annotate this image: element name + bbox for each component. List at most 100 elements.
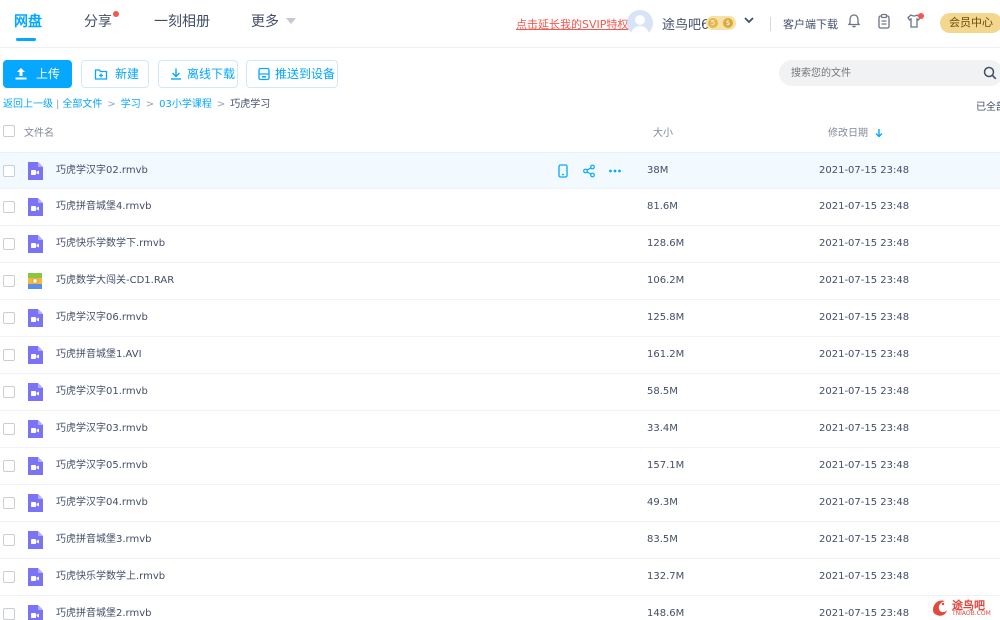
video-file-icon: [28, 457, 43, 475]
breadcrumb-all-files[interactable]: 全部文件: [62, 99, 102, 110]
breadcrumb-study[interactable]: 学习: [121, 99, 141, 110]
row-checkbox[interactable]: [3, 460, 15, 472]
watermark-subtext: TNIAOB.COM: [952, 610, 991, 617]
share-icon[interactable]: [582, 164, 596, 178]
new-button[interactable]: 新建: [81, 60, 149, 88]
top-bar: 网盘 分享 一刻相册 更多 点击延长我的SVIP特权 途鸟吧6 5 $ 客户端下…: [0, 0, 1000, 48]
column-header-size[interactable]: 大小: [653, 124, 673, 139]
vip-center-button[interactable]: 会员中心: [940, 13, 1000, 33]
avatar[interactable]: [627, 10, 653, 36]
file-name[interactable]: 巧虎快乐学数学上.rmvb: [56, 570, 165, 584]
new-label: 新建: [115, 67, 140, 81]
bell-icon[interactable]: [846, 13, 862, 29]
tab-more[interactable]: 更多: [251, 12, 279, 32]
download-icon: [171, 68, 181, 80]
column-header-modified-label: 修改日期: [828, 128, 868, 139]
file-name[interactable]: 巧虎快乐学数学下.rmvb: [56, 237, 165, 251]
breadcrumb-chevron-icon: >: [145, 99, 155, 110]
row-checkbox[interactable]: [3, 275, 15, 287]
file-name[interactable]: 巧虎拼音城堡2.rmvb: [56, 607, 151, 620]
file-name[interactable]: 巧虎学汉字05.rmvb: [56, 459, 148, 473]
row-checkbox[interactable]: [3, 423, 15, 435]
header-divider: [770, 17, 771, 31]
file-name[interactable]: 巧虎学汉字04.rmvb: [56, 496, 148, 510]
tab-netdisk[interactable]: 网盘: [14, 12, 42, 32]
breadcrumb-primary-courses[interactable]: 03小学课程: [159, 99, 212, 110]
file-modified-date: 2021-07-15 23:48: [819, 165, 910, 176]
search-input[interactable]: [779, 60, 1000, 86]
file-name[interactable]: 巧虎拼音城堡1.AVI: [56, 348, 142, 362]
row-checkbox[interactable]: [3, 386, 15, 398]
table-row[interactable]: 巧虎拼音城堡3.rmvb 83.5M 2021-07-15 23:48: [0, 522, 1000, 559]
row-checkbox[interactable]: [3, 571, 15, 583]
share-badge-dot: [113, 11, 119, 17]
table-row[interactable]: 巧虎拼音城堡1.AVI 161.2M 2021-07-15 23:48: [0, 337, 1000, 374]
breadcrumb-back-link[interactable]: 返回上一级: [3, 99, 53, 110]
breadcrumb-current: 巧虎学习: [230, 99, 271, 110]
clipboard-icon[interactable]: [876, 13, 892, 29]
phone-icon[interactable]: [556, 164, 570, 178]
upload-button[interactable]: 上传: [3, 60, 72, 88]
video-file-icon: [28, 420, 43, 438]
tab-share[interactable]: 分享: [84, 12, 112, 32]
offline-download-button[interactable]: 离线下载: [158, 60, 238, 88]
breadcrumb: 返回上一级 | 全部文件 > 学习 >03小学课程 > 巧虎学习: [3, 98, 270, 112]
file-modified-date: 2021-07-15 23:48: [819, 275, 910, 286]
search-icon[interactable]: [983, 66, 997, 80]
vip-level-badge: 5 $: [706, 16, 736, 30]
table-row[interactable]: 巧虎学汉字02.rmvb 38M 2021-07-15 23:48: [0, 152, 1000, 189]
row-checkbox[interactable]: [3, 312, 15, 324]
row-checkbox[interactable]: [3, 238, 15, 250]
more-icon[interactable]: [608, 164, 622, 178]
table-row[interactable]: 巧虎拼音城堡4.rmvb 81.6M 2021-07-15 23:48: [0, 189, 1000, 226]
file-size: 132.7M: [647, 571, 685, 582]
table-row[interactable]: 巧虎拼音城堡2.rmvb 148.6M 2021-07-15 23:48: [0, 596, 1000, 620]
row-checkbox[interactable]: [3, 201, 15, 213]
file-modified-date: 2021-07-15 23:48: [819, 201, 910, 212]
push-to-device-button[interactable]: 推送到设备: [246, 60, 338, 88]
table-row[interactable]: 巧虎学汉字06.rmvb 125.8M 2021-07-15 23:48: [0, 300, 1000, 337]
video-file-icon: [28, 235, 43, 253]
breadcrumb-divider: |: [56, 99, 60, 110]
table-row[interactable]: 巧虎学汉字04.rmvb 49.3M 2021-07-15 23:48: [0, 485, 1000, 522]
user-name[interactable]: 途鸟吧6: [662, 14, 709, 33]
row-checkbox[interactable]: [3, 534, 15, 546]
table-row[interactable]: 巧虎学汉字03.rmvb 33.4M 2021-07-15 23:48: [0, 411, 1000, 448]
row-checkbox[interactable]: [3, 497, 15, 509]
file-size: 49.3M: [647, 497, 678, 508]
file-size: 83.5M: [647, 534, 678, 545]
file-size: 33.4M: [647, 423, 678, 434]
more-chevron-down-icon[interactable]: [286, 18, 296, 24]
file-modified-date: 2021-07-15 23:48: [819, 423, 910, 434]
table-row[interactable]: 巧虎数学大闯关-CD1.RAR 106.2M 2021-07-15 23:48: [0, 263, 1000, 300]
file-size: 161.2M: [647, 349, 685, 360]
file-name[interactable]: 巧虎学汉字02.rmvb: [56, 164, 148, 178]
file-modified-date: 2021-07-15 23:48: [819, 460, 910, 471]
table-row[interactable]: 巧虎快乐学数学下.rmvb 128.6M 2021-07-15 23:48: [0, 226, 1000, 263]
file-name[interactable]: 巧虎学汉字06.rmvb: [56, 311, 148, 325]
user-menu-chevron-down-icon[interactable]: [743, 14, 755, 26]
column-header-name[interactable]: 文件名: [24, 124, 54, 139]
table-row[interactable]: 巧虎学汉字05.rmvb 157.1M 2021-07-15 23:48: [0, 448, 1000, 485]
push-to-device-label: 推送到设备: [275, 67, 336, 81]
row-checkbox[interactable]: [3, 349, 15, 361]
row-checkbox[interactable]: [3, 608, 15, 620]
tab-moment-album[interactable]: 一刻相册: [154, 12, 210, 32]
video-file-icon: [28, 383, 43, 401]
row-checkbox[interactable]: [3, 165, 15, 177]
svip-extend-link[interactable]: 点击延长我的SVIP特权: [516, 16, 628, 32]
file-name[interactable]: 巧虎拼音城堡3.rmvb: [56, 533, 151, 547]
column-header-modified[interactable]: 修改日期: [828, 124, 883, 139]
table-row[interactable]: 巧虎学汉字01.rmvb 58.5M 2021-07-15 23:48: [0, 374, 1000, 411]
file-modified-date: 2021-07-15 23:48: [819, 534, 910, 545]
file-name[interactable]: 巧虎学汉字01.rmvb: [56, 385, 148, 399]
select-all-checkbox[interactable]: [3, 125, 15, 137]
video-file-icon: [28, 494, 43, 512]
file-name[interactable]: 巧虎拼音城堡4.rmvb: [56, 200, 151, 214]
sort-arrow-down-icon[interactable]: [875, 128, 883, 138]
file-name[interactable]: 巧虎学汉字03.rmvb: [56, 422, 148, 436]
new-folder-icon: [94, 69, 108, 80]
client-download-link[interactable]: 客户端下载: [783, 16, 838, 32]
file-name[interactable]: 巧虎数学大闯关-CD1.RAR: [56, 274, 174, 288]
table-row[interactable]: 巧虎快乐学数学上.rmvb 132.7M 2021-07-15 23:48: [0, 559, 1000, 596]
